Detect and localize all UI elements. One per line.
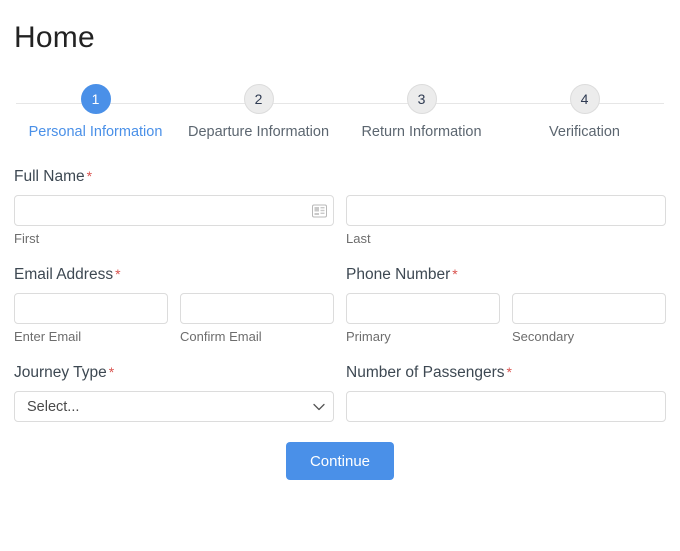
primary-phone-sub-label: Primary: [346, 329, 391, 344]
full-name-subfields: First Last: [14, 195, 666, 246]
phone-label-text: Phone Number: [346, 266, 451, 283]
page-container: Home 1 Personal Information 2 Departure …: [0, 18, 680, 551]
email-subfields: Enter Email Confirm Email: [14, 293, 334, 344]
first-name-input[interactable]: [14, 195, 334, 226]
journey-type-select-wrap: Select...: [14, 391, 334, 422]
full-name-row: Full Name * First Last: [14, 168, 666, 246]
form-footer: Continue: [14, 442, 666, 480]
full-name-field-group: Full Name * First Last: [14, 168, 666, 246]
phone-label: Phone Number *: [346, 266, 666, 284]
email-label-text: Email Address: [14, 266, 114, 283]
stepper-step-personal-information[interactable]: 1 Personal Information: [14, 84, 177, 140]
enter-email-input-wrap: [14, 293, 168, 324]
journey-passengers-row: Journey Type * Select... Number of Passen…: [14, 364, 666, 422]
primary-phone-input[interactable]: [346, 293, 500, 324]
secondary-phone-input-wrap: [512, 293, 666, 324]
secondary-phone-input[interactable]: [512, 293, 666, 324]
journey-type-field-group: Journey Type * Select...: [14, 364, 334, 422]
required-asterisk: *: [452, 266, 458, 282]
required-asterisk: *: [86, 168, 93, 184]
confirm-email-input-wrap: [180, 293, 334, 324]
passengers-label-text: Number of Passengers: [346, 364, 505, 381]
primary-phone-subfield: Primary: [346, 293, 500, 344]
enter-email-input[interactable]: [14, 293, 168, 324]
secondary-phone-subfield: Secondary: [512, 293, 666, 344]
passengers-input[interactable]: [346, 391, 666, 422]
journey-type-label: Journey Type *: [14, 364, 334, 382]
full-name-label: Full Name *: [14, 168, 666, 186]
primary-phone-input-wrap: [346, 293, 500, 324]
first-name-subfield: First: [14, 195, 334, 246]
enter-email-subfield: Enter Email: [14, 293, 168, 344]
stepper-steps: 1 Personal Information 2 Departure Infor…: [14, 84, 666, 140]
journey-type-select[interactable]: Select...: [14, 391, 334, 422]
step-label-departure-information: Departure Information: [187, 124, 330, 140]
required-asterisk: *: [506, 364, 512, 380]
stepper-step-verification[interactable]: 4 Verification: [503, 84, 666, 140]
last-name-input[interactable]: [346, 195, 666, 226]
last-name-subfield: Last: [346, 195, 666, 246]
email-field-group: Email Address * Enter Email Confirm Email: [14, 266, 334, 344]
confirm-email-input[interactable]: [180, 293, 334, 324]
stepper-step-return-information[interactable]: 3 Return Information: [340, 84, 503, 140]
required-asterisk: *: [108, 364, 115, 380]
continue-button[interactable]: Continue: [286, 442, 394, 480]
required-asterisk: *: [115, 266, 121, 282]
phone-subfields: Primary Secondary: [346, 293, 666, 344]
first-name-sub-label: First: [14, 231, 40, 246]
step-label-personal-information: Personal Information: [28, 124, 163, 140]
step-number-circle-2: 2: [243, 84, 274, 114]
email-label: Email Address *: [14, 266, 334, 284]
first-name-input-wrap: [14, 195, 334, 226]
last-name-sub-label: Last: [346, 231, 371, 246]
stepper-step-departure-information[interactable]: 2 Departure Information: [177, 84, 340, 140]
confirm-email-sub-label: Confirm Email: [180, 329, 262, 344]
journey-type-selected-value: Select...: [27, 398, 80, 415]
personal-information-form: Full Name * First Last Email Address * E…: [14, 168, 666, 480]
journey-type-label-text: Journey Type: [14, 364, 107, 381]
step-number-circle-3: 3: [406, 84, 437, 114]
step-number-circle-4: 4: [569, 84, 600, 114]
secondary-phone-sub-label: Secondary: [512, 329, 575, 344]
confirm-email-subfield: Confirm Email: [180, 293, 334, 344]
full-name-label-text: Full Name: [14, 168, 85, 185]
passengers-input-wrap: [346, 391, 666, 422]
passengers-field-group: Number of Passengers *: [346, 364, 666, 422]
enter-email-sub-label: Enter Email: [14, 329, 82, 344]
phone-field-group: Phone Number * Primary Secondary: [346, 266, 666, 344]
last-name-input-wrap: [346, 195, 666, 226]
step-label-return-information: Return Information: [361, 124, 482, 140]
progress-stepper: 1 Personal Information 2 Departure Infor…: [14, 84, 666, 146]
page-title: Home: [14, 21, 95, 54]
step-label-verification: Verification: [549, 124, 620, 140]
step-number-circle-1: 1: [80, 84, 111, 114]
passengers-label: Number of Passengers *: [346, 364, 666, 382]
email-phone-row: Email Address * Enter Email Confirm Email: [14, 266, 666, 344]
